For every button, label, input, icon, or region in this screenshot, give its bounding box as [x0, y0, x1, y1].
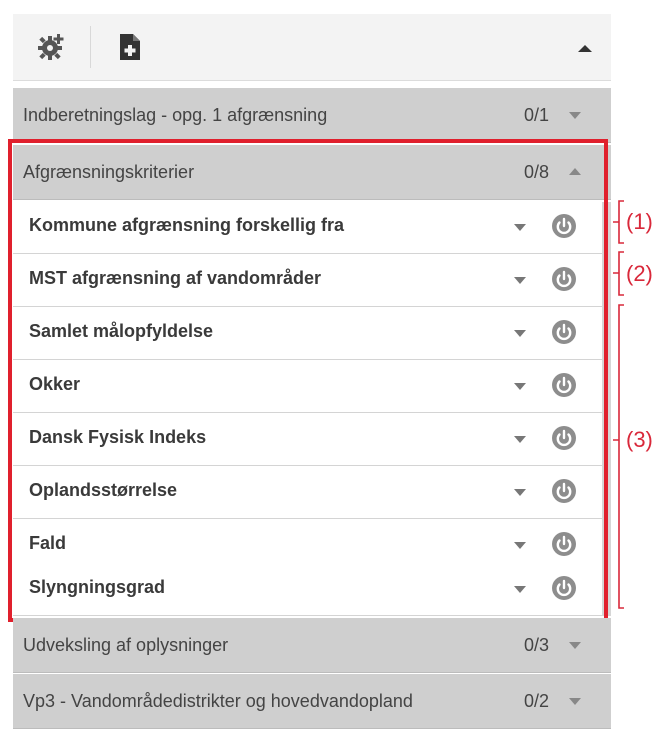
- bracket-1: [613, 200, 624, 244]
- bracket-3: [613, 304, 624, 609]
- annotation-label-2: (2): [626, 261, 653, 286]
- group-count: 0/2: [523, 691, 549, 711]
- annotation-brackets: [613, 200, 624, 609]
- annotation-label-3: (3): [626, 427, 653, 452]
- annotation-label-1: (1): [626, 209, 653, 234]
- bracket-2: [613, 251, 624, 296]
- group-label: Vp3 - Vandområdedistrikter og hovedvando…: [23, 691, 413, 711]
- chevron-down-icon: [569, 698, 581, 705]
